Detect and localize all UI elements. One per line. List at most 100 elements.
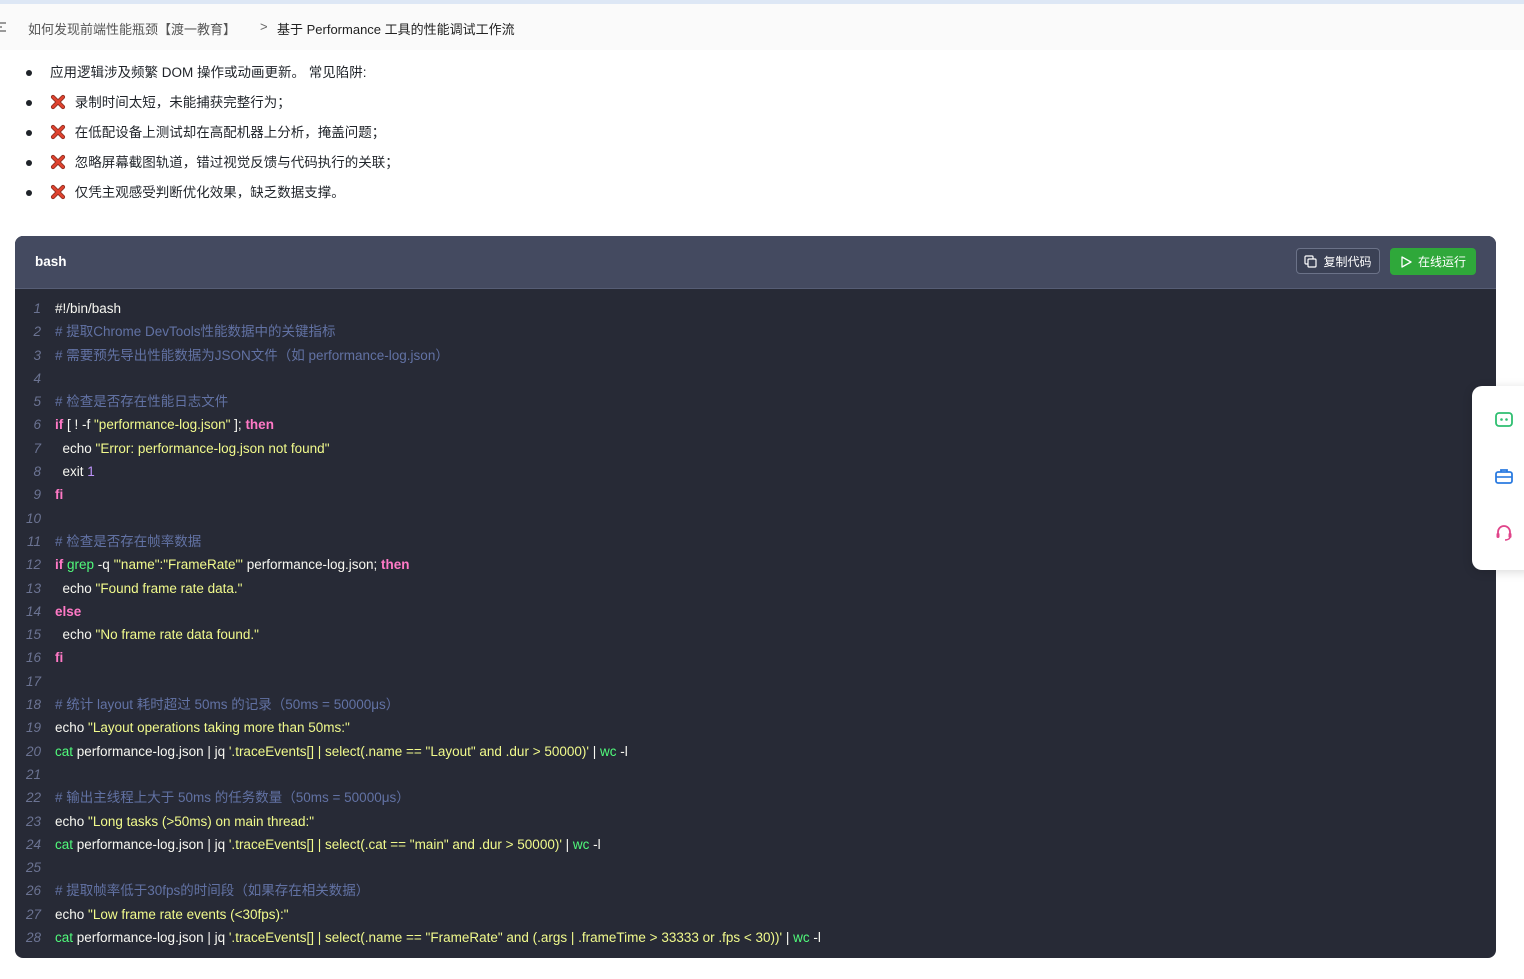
code-line: 12 if grep -q '"name":"FrameRate"' perfor… bbox=[15, 553, 1496, 576]
code-token: -l bbox=[616, 743, 628, 759]
code-line-content: #!/bin/bash bbox=[55, 297, 121, 320]
code-line: 8 exit 1 bbox=[15, 460, 1496, 483]
list-item-text: 忽略屏幕截图轨道，错过视觉反馈与代码执行的关联； bbox=[74, 155, 399, 170]
cross-mark-icon bbox=[50, 94, 66, 110]
code-line: 22 # 输出主线程上大于 50ms 的任务数量（50ms = 50000μs） bbox=[15, 786, 1496, 809]
code-token: #!/bin/bash bbox=[55, 301, 122, 316]
code-token: grep bbox=[67, 557, 95, 573]
code-token: "Long tasks (>50ms) on main thread:" bbox=[88, 813, 315, 829]
code-token: | bbox=[588, 743, 600, 759]
list-item: 忽略屏幕截图轨道，错过视觉反馈与代码执行的关联； bbox=[24, 150, 399, 180]
code-line: 27 echo "Low frame rate events (<30fps):" bbox=[15, 903, 1496, 926]
line-number: 10 bbox=[25, 510, 41, 526]
code-line-content: # 提取Chrome DevTools性能数据中的关键指标 bbox=[55, 320, 336, 343]
code-line-content: # 提取帧率低于30fps的时间段（如果存在相关数据） bbox=[55, 879, 369, 902]
headset-icon[interactable] bbox=[1494, 522, 1514, 542]
bullet-dot bbox=[26, 130, 32, 136]
menu-collapse-icon[interactable] bbox=[0, 19, 8, 33]
toolbox-icon[interactable] bbox=[1494, 466, 1514, 486]
code-token: '"name":"FrameRate"' bbox=[113, 557, 243, 573]
line-number: 8 bbox=[33, 464, 41, 480]
line-number: 22 bbox=[25, 790, 41, 806]
code-token: fi bbox=[55, 650, 64, 666]
code-line-content: echo "Found frame rate data." bbox=[55, 577, 243, 600]
code-token: | bbox=[561, 836, 573, 852]
line-number: 13 bbox=[25, 580, 41, 596]
code-line: 17 bbox=[15, 670, 1496, 693]
line-number: 18 bbox=[25, 697, 41, 713]
code-token: '.traceEvents[] | select(.name == "Frame… bbox=[228, 930, 783, 946]
code-token: # 检查是否存在帧率数据 bbox=[55, 533, 202, 549]
code-token: '.traceEvents[] | select(.name == "Layou… bbox=[228, 743, 589, 759]
line-number: 20 bbox=[25, 743, 41, 759]
copy-code-button[interactable]: 复制代码 bbox=[1296, 248, 1380, 274]
code-token: echo bbox=[55, 440, 96, 456]
code-line-content: echo "Low frame rate events (<30fps):" bbox=[55, 903, 289, 926]
list-item-text: 仅凭主观感受判断优化效果，缺乏数据支撑。 bbox=[74, 185, 345, 200]
code-line-content: # 检查是否存在性能日志文件 bbox=[55, 390, 228, 413]
code-token: echo bbox=[55, 627, 96, 643]
breadcrumb: 如何发现前端性能瓶颈【渡一教育】 > 基于 Performance 工具的性能调… bbox=[0, 4, 1524, 50]
code-token: echo bbox=[55, 813, 89, 829]
line-number: 15 bbox=[25, 627, 41, 643]
code-token: -l bbox=[809, 930, 821, 946]
code-token: wc bbox=[793, 930, 810, 946]
code-token: [ ! -f bbox=[63, 417, 95, 433]
code-line-content: fi bbox=[55, 646, 63, 669]
chat-icon[interactable] bbox=[1494, 410, 1514, 430]
bullet-dot bbox=[26, 100, 32, 106]
code-lines: 1 #!/bin/bash 2 # 提取Chrome DevTools性能数据中的关键… bbox=[15, 297, 1496, 949]
code-line: 16 fi bbox=[15, 646, 1496, 669]
breadcrumb-parent-link[interactable]: 如何发现前端性能瓶颈【渡一教育】 bbox=[28, 19, 236, 38]
code-token: fi bbox=[55, 487, 64, 503]
line-number: 7 bbox=[33, 440, 41, 456]
code-token: cat bbox=[55, 930, 74, 946]
line-number: 14 bbox=[25, 603, 41, 619]
line-number: 1 bbox=[33, 301, 41, 316]
code-token: "Error: performance-log.json not found" bbox=[95, 440, 330, 456]
code-token: exit bbox=[55, 464, 88, 480]
code-token: echo bbox=[55, 906, 89, 922]
code-line-content: # 统计 layout 耗时超过 50ms 的记录（50ms = 50000μs… bbox=[55, 693, 399, 716]
code-token: ]; bbox=[230, 417, 246, 433]
bullet-dot bbox=[26, 160, 32, 166]
code-token: echo bbox=[55, 580, 96, 596]
line-number: 25 bbox=[25, 860, 41, 876]
line-number: 19 bbox=[25, 720, 41, 736]
breadcrumb-separator: > bbox=[260, 19, 268, 34]
code-line: 24 cat performance-log.json | jq '.traceE… bbox=[15, 833, 1496, 856]
run-online-label: 在线运行 bbox=[1417, 255, 1466, 269]
cross-mark-icon bbox=[50, 184, 66, 200]
pitfall-list: 应用逻辑涉及频繁 DOM 操作或动画更新。 常见陷阱: 录制时间太短，未能捕获完… bbox=[24, 60, 399, 210]
code-line: 10 bbox=[15, 507, 1496, 530]
code-line: 1 #!/bin/bash bbox=[15, 297, 1496, 320]
code-language-label: bash bbox=[35, 254, 67, 269]
cross-mark-icon bbox=[50, 124, 66, 140]
code-token: then bbox=[381, 557, 410, 573]
code-token: wc bbox=[572, 836, 590, 852]
run-online-button[interactable]: 在线运行 bbox=[1390, 248, 1476, 275]
line-number: 2 bbox=[33, 324, 41, 340]
code-token: "Found frame rate data." bbox=[95, 580, 243, 596]
copy-code-label: 复制代码 bbox=[1323, 254, 1372, 269]
code-line-content: cat performance-log.json | jq '.traceEve… bbox=[55, 740, 628, 763]
code-line-content: if [ ! -f "performance-log.json" ]; then bbox=[55, 413, 274, 436]
code-token: performance-log.json | jq bbox=[73, 836, 229, 852]
line-number: 5 bbox=[33, 394, 41, 410]
code-line: 23 echo "Long tasks (>50ms) on main threa… bbox=[15, 810, 1496, 833]
code-token: performance-log.json | jq bbox=[73, 743, 229, 759]
code-token: if bbox=[55, 557, 64, 573]
code-line: 14 else bbox=[15, 600, 1496, 623]
code-token: # 检查是否存在性能日志文件 bbox=[55, 394, 229, 410]
code-token: -l bbox=[589, 836, 601, 852]
code-line-content: else bbox=[55, 600, 81, 623]
floating-side-panel bbox=[1472, 386, 1524, 570]
code-token: # 统计 layout 耗时超过 50ms 的记录（50ms = 50000μs… bbox=[55, 697, 400, 713]
cross-mark-icon bbox=[50, 154, 66, 170]
code-line-content: fi bbox=[55, 483, 63, 506]
code-token: wc bbox=[599, 743, 617, 759]
code-block: bash 复制代码 在线运行 1 #!/bin/bash 2 # 提取Chrome D… bbox=[15, 236, 1496, 958]
code-token: echo bbox=[55, 720, 89, 736]
code-line: 3 # 需要预先导出性能数据为JSON文件（如 performance-log.j… bbox=[15, 344, 1496, 367]
code-line: 19 echo "Layout operations taking more th… bbox=[15, 716, 1496, 739]
